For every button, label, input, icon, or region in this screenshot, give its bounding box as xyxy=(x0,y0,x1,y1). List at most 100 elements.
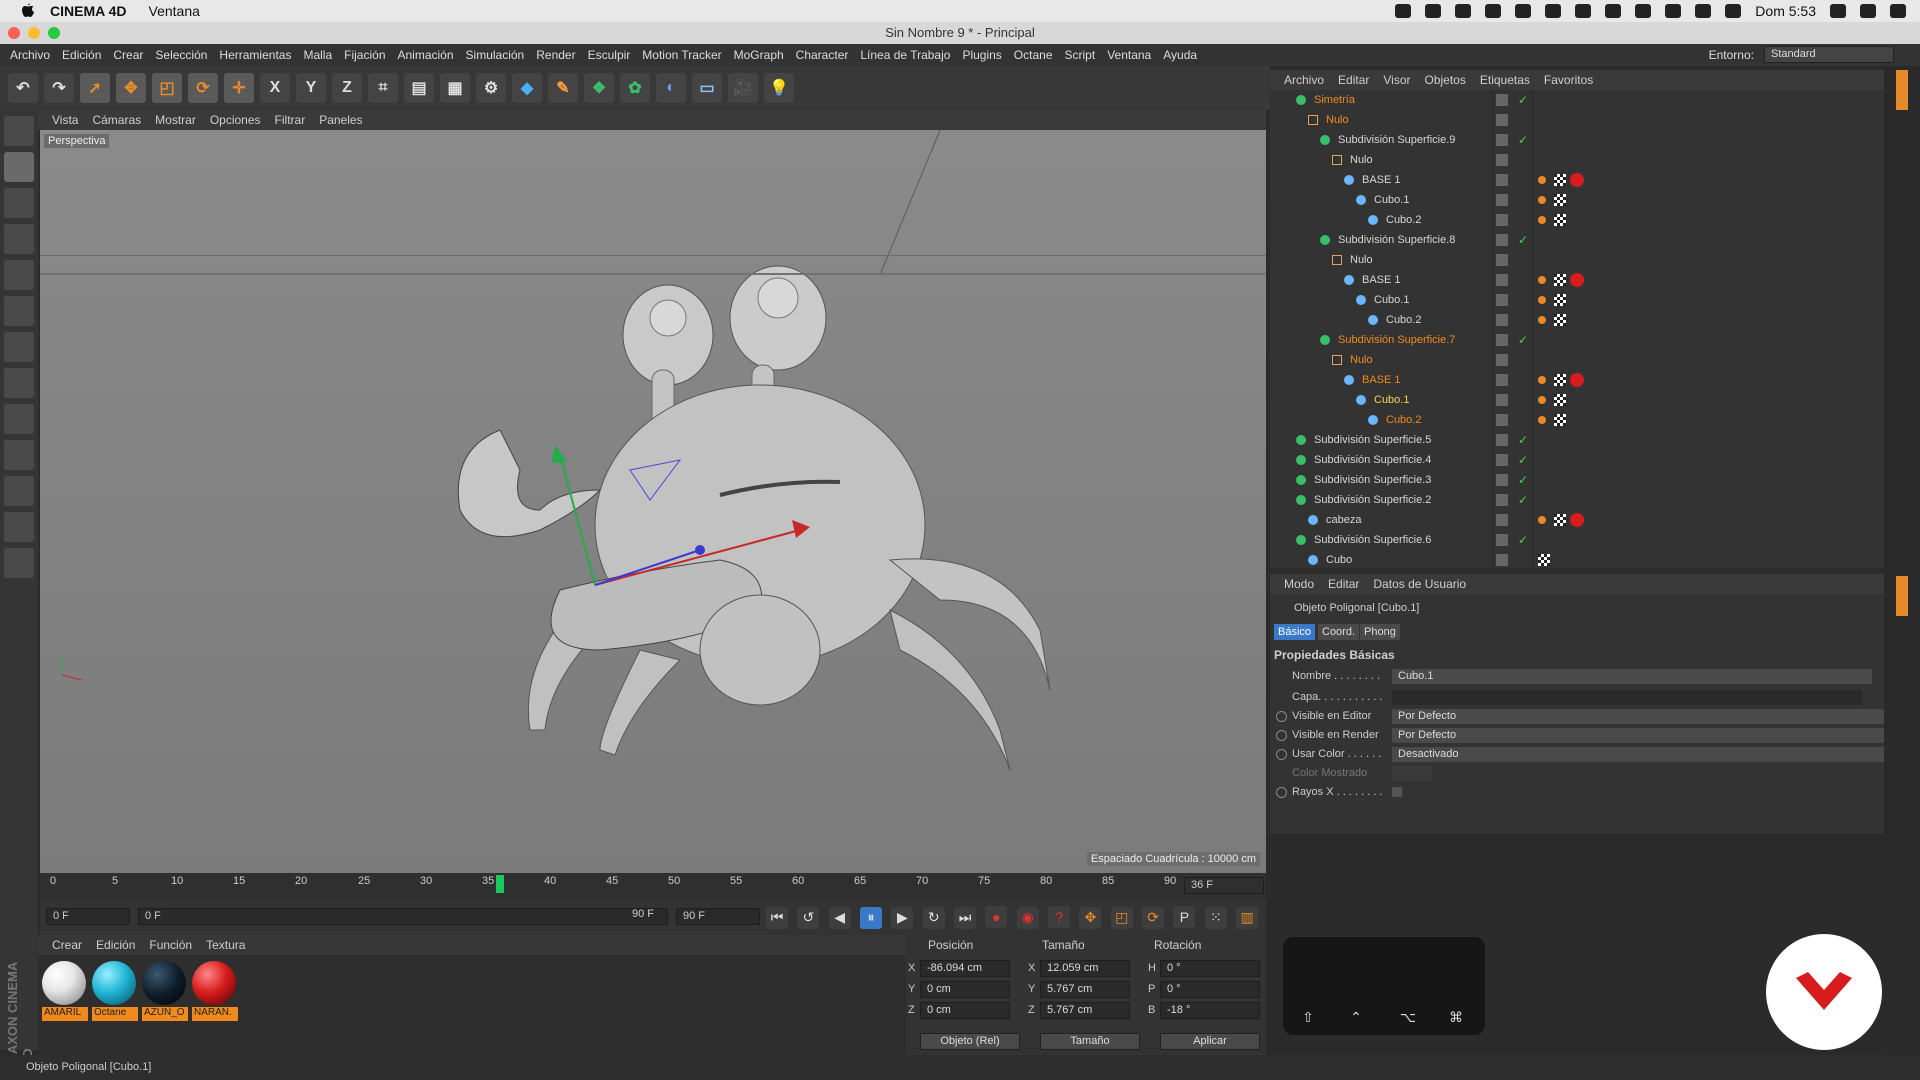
object-row[interactable]: Cubo.2 xyxy=(1270,410,1884,430)
enable-check-icon[interactable]: ✓ xyxy=(1518,330,1528,350)
prev-frame-icon[interactable]: ◀ xyxy=(828,906,851,929)
key-scale-icon[interactable]: ◰ xyxy=(1110,906,1133,929)
apple-icon[interactable] xyxy=(20,3,36,19)
tab-basico[interactable]: Básico xyxy=(1274,624,1316,640)
keyframe-selection-icon[interactable]: ? xyxy=(1048,906,1071,928)
z-axis-lock-button[interactable]: Z xyxy=(332,73,362,103)
phong-tag-icon[interactable] xyxy=(1538,396,1546,404)
polygons-mode-icon[interactable] xyxy=(4,332,34,362)
enable-check-icon[interactable]: ✓ xyxy=(1518,490,1528,510)
menu-ventana[interactable]: Ventana xyxy=(1107,48,1151,62)
current-frame-readout[interactable]: 36 F xyxy=(1184,877,1264,894)
viewport-menu-camaras[interactable]: Cámaras xyxy=(92,113,141,127)
timeline-playhead[interactable] xyxy=(496,875,504,893)
texture-tag-icon[interactable] xyxy=(1554,194,1566,206)
layout-dropdown[interactable]: Standard xyxy=(1764,46,1894,63)
phong-tag-icon[interactable] xyxy=(1538,416,1546,424)
workplane-icon[interactable] xyxy=(4,512,34,542)
material-swatch[interactable]: NARAN. xyxy=(192,961,238,1021)
subdivision-surface-icon[interactable]: ❖ xyxy=(584,73,614,103)
texture-tag-icon[interactable] xyxy=(1554,314,1566,326)
enable-check-icon[interactable]: ✓ xyxy=(1518,470,1528,490)
material-tag-icon[interactable] xyxy=(1570,273,1584,287)
next-key-icon[interactable]: ↻ xyxy=(922,906,945,929)
axis-mode-icon[interactable] xyxy=(4,368,34,398)
camera-icon[interactable]: 🎥 xyxy=(728,73,758,103)
end-frame-field[interactable]: 90 F xyxy=(676,908,760,925)
viewport-menu-mostrar[interactable]: Mostrar xyxy=(155,113,196,127)
scale-tool-icon[interactable]: ◰ xyxy=(152,73,182,103)
material-tag-icon[interactable] xyxy=(1570,513,1584,527)
material-swatch[interactable]: AMARIL xyxy=(42,961,88,1021)
object-menu-objetos[interactable]: Objetos xyxy=(1425,73,1466,87)
model-mode-icon[interactable] xyxy=(4,152,34,182)
visibility-toggle[interactable] xyxy=(1496,434,1508,446)
goto-start-icon[interactable]: ⏮ xyxy=(766,906,788,929)
key-parameter-icon[interactable]: P xyxy=(1173,906,1196,928)
points-mode-icon[interactable] xyxy=(4,260,34,290)
texture-tag-icon[interactable] xyxy=(1554,294,1566,306)
menu-crear[interactable]: Crear xyxy=(113,48,143,62)
autokey-icon[interactable]: ◉ xyxy=(1016,906,1039,929)
zoom-window-button[interactable] xyxy=(48,27,60,39)
objects-tab[interactable] xyxy=(1896,70,1908,110)
render-settings-icon[interactable]: ⚙ xyxy=(476,73,506,103)
visibility-toggle[interactable] xyxy=(1496,254,1508,266)
object-row[interactable]: Subdivisión Superficie.3 ✓ xyxy=(1270,470,1884,490)
size-z-field[interactable]: 5.767 cm xyxy=(1040,1002,1130,1019)
pause-icon[interactable]: ⏸ xyxy=(860,906,883,929)
use-color-dropdown[interactable]: Desactivado xyxy=(1392,747,1888,762)
menu-herramientas[interactable]: Herramientas xyxy=(219,48,291,62)
phong-tag-icon[interactable] xyxy=(1538,516,1546,524)
visibility-toggle[interactable] xyxy=(1496,354,1508,366)
minimize-window-button[interactable] xyxy=(28,27,40,39)
key-pla-icon[interactable]: ⁙ xyxy=(1204,906,1227,929)
menu-ayuda[interactable]: Ayuda xyxy=(1163,48,1197,62)
texture-tag-icon[interactable] xyxy=(1554,174,1566,186)
start-frame-field[interactable]: 0 F xyxy=(46,908,130,925)
object-row[interactable]: Subdivisión Superficie.9 ✓ xyxy=(1270,130,1884,150)
enable-check-icon[interactable]: ✓ xyxy=(1518,450,1528,470)
command-icon[interactable] xyxy=(1425,4,1442,18)
enable-check-icon[interactable]: ✓ xyxy=(1518,130,1528,150)
goto-end-icon[interactable]: ⏭ xyxy=(954,906,977,929)
menu-malla[interactable]: Malla xyxy=(303,48,332,62)
phong-tag-icon[interactable] xyxy=(1538,196,1546,204)
visibility-toggle[interactable] xyxy=(1496,514,1508,526)
position-z-field[interactable]: 0 cm xyxy=(920,1002,1010,1019)
render-view-icon[interactable]: ▤ xyxy=(404,73,434,103)
bluetooth-icon[interactable] xyxy=(1605,4,1622,18)
material-swatch[interactable]: Octane xyxy=(92,961,138,1021)
tab-phong[interactable]: Phong xyxy=(1360,624,1400,640)
object-menu-etiquetas[interactable]: Etiquetas xyxy=(1480,73,1530,87)
object-row[interactable]: Cubo.1 xyxy=(1270,190,1884,210)
coordinate-mode-dropdown[interactable]: Objeto (Rel) xyxy=(920,1033,1020,1050)
menu-motion-tracker[interactable]: Motion Tracker xyxy=(642,48,721,62)
creative-cloud-icon[interactable] xyxy=(1455,4,1472,18)
floor-icon[interactable]: ▭ xyxy=(692,73,722,103)
object-row[interactable]: Cubo xyxy=(1270,550,1884,568)
drive-icon[interactable] xyxy=(1515,4,1532,18)
tweak-mode-icon[interactable] xyxy=(4,404,34,434)
object-row[interactable]: Cubo.1 xyxy=(1270,290,1884,310)
animate-radio[interactable] xyxy=(1276,711,1287,722)
object-row[interactable]: Subdivisión Superficie.8 ✓ xyxy=(1270,230,1884,250)
object-row[interactable]: Subdivisión Superficie.2 ✓ xyxy=(1270,490,1884,510)
object-row[interactable]: Subdivisión Superficie.5 ✓ xyxy=(1270,430,1884,450)
layer-field[interactable] xyxy=(1392,690,1862,705)
visibility-toggle[interactable] xyxy=(1496,194,1508,206)
texture-tag-icon[interactable] xyxy=(1554,514,1566,526)
light-icon[interactable]: 💡 xyxy=(764,73,794,103)
rotate-tool-icon[interactable]: ⟳ xyxy=(188,73,218,103)
xray-checkbox[interactable] xyxy=(1392,787,1402,797)
rotation-b-field[interactable]: -18 ° xyxy=(1160,1002,1260,1019)
visible-editor-dropdown[interactable]: Por Defecto xyxy=(1392,709,1888,724)
object-row[interactable]: Nulo xyxy=(1270,150,1884,170)
3d-viewport[interactable] xyxy=(40,130,1266,873)
x-axis-lock-button[interactable]: X xyxy=(260,73,290,103)
multi-tool-icon[interactable]: ✛ xyxy=(224,73,254,103)
key-rotation-icon[interactable]: ⟳ xyxy=(1142,906,1165,929)
crab-model[interactable] xyxy=(40,130,1266,873)
attr-menu-modo[interactable]: Modo xyxy=(1284,577,1314,591)
menu-fijacion[interactable]: Fijación xyxy=(344,48,385,62)
